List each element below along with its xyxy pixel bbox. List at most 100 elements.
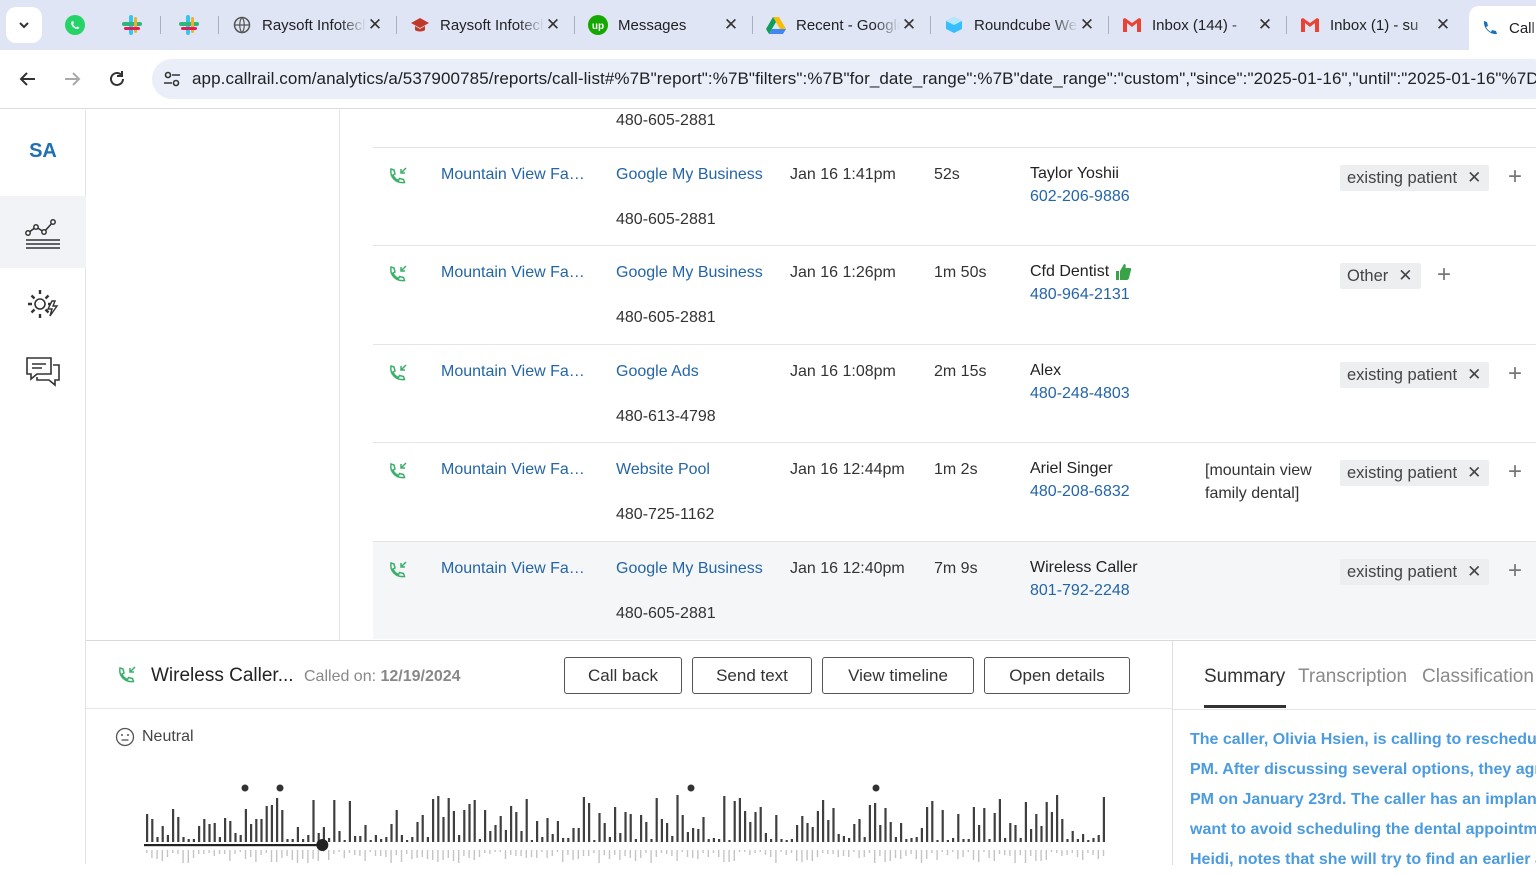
- back-button[interactable]: [13, 64, 43, 94]
- tab-summary[interactable]: Summary: [1204, 666, 1285, 688]
- pinned-tab-slack-2[interactable]: [172, 9, 206, 41]
- waveform-bar-secondary: [614, 850, 616, 855]
- forward-button[interactable]: [57, 64, 87, 94]
- table-row[interactable]: Mountain View Family Dental Google My Bu…: [373, 147, 1536, 245]
- tag-chip: Other ✕: [1340, 263, 1421, 289]
- source-link[interactable]: Google My Business: [616, 264, 763, 282]
- waveform-bar-secondary: [681, 850, 683, 852]
- source-link[interactable]: Google My Business: [616, 560, 763, 578]
- table-row[interactable]: Mountain View Family Dental Website Pool…: [373, 442, 1536, 540]
- tab-classification[interactable]: Classification: [1422, 666, 1534, 688]
- add-tag-button[interactable]: +: [1508, 164, 1522, 190]
- tab-search-button[interactable]: [6, 7, 42, 43]
- waveform-bar-secondary: [926, 850, 928, 859]
- sidebar-item-settings[interactable]: [0, 268, 86, 340]
- waveform-bar: [234, 833, 237, 842]
- waveform-bar-secondary: [328, 850, 330, 860]
- browser-tab-messages[interactable]: up Messages ✕: [578, 8, 750, 42]
- reload-button[interactable]: [102, 64, 132, 94]
- tab-close-icon[interactable]: ✕: [722, 15, 740, 35]
- source-link[interactable]: Google Ads: [616, 363, 699, 381]
- sidebar-item-analytics[interactable]: [0, 196, 86, 268]
- waveform-bar-secondary: [723, 850, 725, 862]
- add-tag-button[interactable]: +: [1508, 361, 1522, 387]
- waveform-bar: [218, 837, 221, 842]
- waveform-bar-secondary: [218, 850, 221, 854]
- remove-tag-icon[interactable]: ✕: [1467, 463, 1481, 483]
- waveform-bar-secondary: [1030, 850, 1032, 856]
- send-text-button[interactable]: Send text: [692, 657, 812, 694]
- call-back-button[interactable]: Call back: [564, 657, 682, 694]
- waveform-bar: [432, 799, 435, 842]
- company-link[interactable]: Mountain View Family Dental: [441, 166, 589, 184]
- audio-waveform-player[interactable]: [144, 781, 1114, 865]
- sidebar-item-conversations[interactable]: [0, 336, 86, 408]
- remove-tag-icon[interactable]: ✕: [1467, 168, 1481, 188]
- tab-transcription[interactable]: Transcription: [1298, 666, 1407, 688]
- browser-tab-raysoft-1[interactable]: Raysoft Infotech ✕: [222, 8, 394, 42]
- open-details-button[interactable]: Open details: [984, 657, 1130, 694]
- thumbs-up-icon[interactable]: [1115, 263, 1132, 281]
- account-badge[interactable]: SA: [0, 140, 86, 163]
- company-link[interactable]: Mountain View Family Dental: [441, 363, 589, 381]
- source-link[interactable]: Website Pool: [616, 461, 710, 479]
- waveform-marker[interactable]: [276, 784, 284, 792]
- company-link[interactable]: Mountain View Family Dental: [441, 560, 589, 578]
- waveform-marker[interactable]: [241, 784, 249, 792]
- add-tag-button[interactable]: +: [1437, 262, 1451, 288]
- source-link[interactable]: Google My Business: [616, 166, 763, 184]
- waveform-marker[interactable]: [687, 784, 695, 792]
- view-timeline-button[interactable]: View timeline: [822, 657, 974, 694]
- remove-tag-icon[interactable]: ✕: [1398, 266, 1412, 286]
- waveform-bar: [1009, 823, 1012, 842]
- browser-tab-gmail-2[interactable]: Inbox (1) - su ✕: [1290, 8, 1462, 42]
- call-detail-panel: Wireless Caller... Called on: 12/19/2024…: [86, 640, 1536, 868]
- waveform-bar-secondary: [468, 850, 470, 858]
- caller-phone-link[interactable]: 480-208-6832: [1030, 483, 1130, 501]
- waveform-bar-secondary: [858, 850, 860, 858]
- waveform-bar-secondary: [1087, 850, 1089, 853]
- add-tag-button[interactable]: +: [1508, 459, 1522, 485]
- tab-close-icon[interactable]: ✕: [366, 15, 384, 35]
- waveform-bar-secondary: [894, 850, 897, 858]
- tab-close-icon[interactable]: ✕: [544, 15, 562, 35]
- waveform-bar-secondary: [1097, 850, 1099, 859]
- caller-phone-link[interactable]: 602-206-9886: [1030, 188, 1130, 206]
- tab-close-icon[interactable]: ✕: [1434, 15, 1452, 35]
- browser-tab-roundcube[interactable]: Roundcube Webmail ✕: [934, 8, 1106, 42]
- call-date: Jan 16 12:44pm: [790, 461, 905, 478]
- table-row[interactable]: Mountain View Family Dental Google My Bu…: [373, 245, 1536, 343]
- table-row[interactable]: Mountain View Family Dental Google Ads 4…: [373, 344, 1536, 442]
- company-link[interactable]: Mountain View Family Dental: [441, 461, 589, 479]
- waveform-bar-secondary: [884, 850, 886, 862]
- waveform-marker[interactable]: [872, 784, 880, 792]
- site-settings-icon[interactable]: [152, 69, 192, 89]
- pinned-tab-slack-1[interactable]: [115, 9, 149, 41]
- tracking-number: 480-613-4798: [616, 408, 716, 425]
- table-row-selected[interactable]: Mountain View Family Dental Google My Bu…: [373, 541, 1536, 639]
- browser-tab-google-drive[interactable]: Recent - Google Drive ✕: [756, 8, 928, 42]
- playhead-handle[interactable]: [316, 839, 329, 851]
- address-bar[interactable]: app.callrail.com/analytics/a/537900785/r…: [152, 59, 1536, 99]
- waveform-bar-secondary: [1092, 850, 1094, 855]
- svg-text:up: up: [592, 21, 604, 32]
- waveform-bar-secondary: [666, 850, 668, 854]
- waveform-bar-secondary: [146, 850, 148, 853]
- browser-tab-raysoft-2[interactable]: Raysoft Infotech ✕: [400, 8, 572, 42]
- tab-close-icon[interactable]: ✕: [900, 15, 918, 35]
- waveform-bar: [421, 815, 424, 842]
- tab-close-icon[interactable]: ✕: [1078, 15, 1096, 35]
- add-tag-button[interactable]: +: [1508, 558, 1522, 584]
- caller-phone-link[interactable]: 480-964-2131: [1030, 286, 1130, 304]
- pinned-tab-whatsapp[interactable]: [58, 9, 92, 41]
- waveform-bar-secondary: [494, 850, 496, 852]
- company-link[interactable]: Mountain View Family Dental: [441, 264, 589, 282]
- caller-phone-link[interactable]: 801-792-2248: [1030, 582, 1130, 600]
- browser-tab-callrail-active[interactable]: Call: [1469, 6, 1536, 50]
- browser-tab-gmail-1[interactable]: Inbox (144) - ✕: [1112, 8, 1284, 42]
- remove-tag-icon[interactable]: ✕: [1467, 562, 1481, 582]
- caller-phone-link[interactable]: 480-248-4803: [1030, 385, 1130, 403]
- tab-close-icon[interactable]: ✕: [1256, 15, 1274, 35]
- remove-tag-icon[interactable]: ✕: [1467, 365, 1481, 385]
- waveform-bar: [692, 828, 695, 842]
